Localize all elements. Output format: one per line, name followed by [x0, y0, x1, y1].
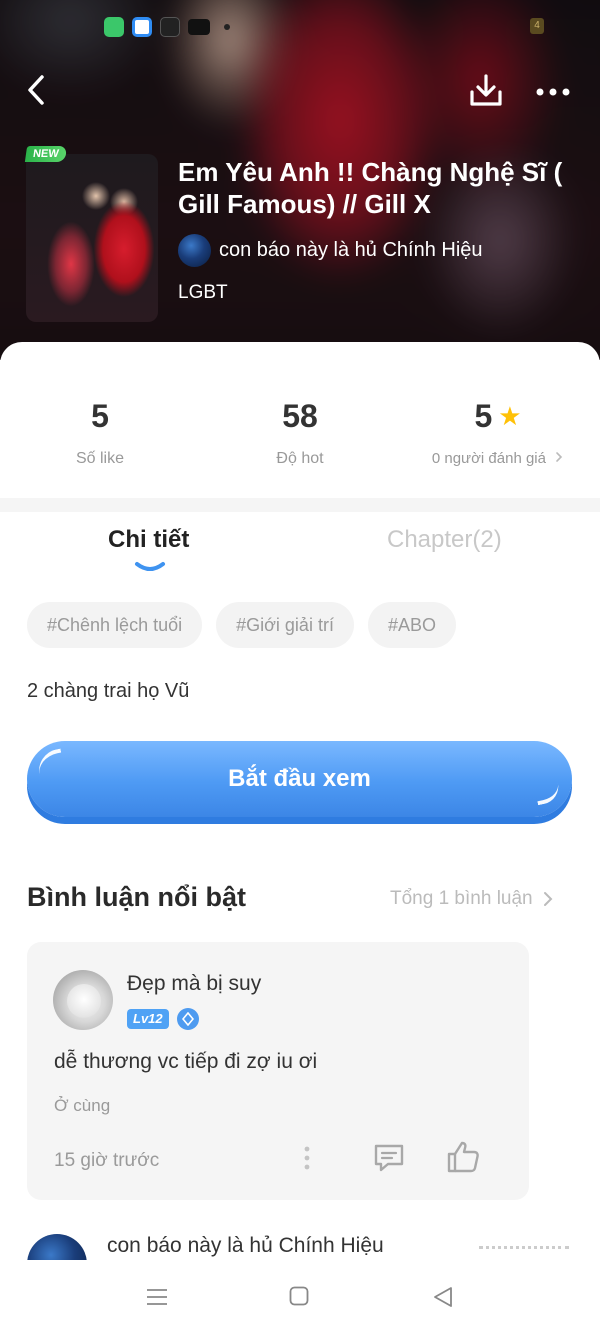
- vertical-dots-icon: [304, 1146, 310, 1170]
- hot-count: 58: [282, 398, 318, 434]
- blue-app-icon: [132, 17, 152, 37]
- commenter-avatar[interactable]: [53, 970, 113, 1030]
- hot-stat: 58 Độ hot: [200, 396, 400, 468]
- start-reading-label: Bắt đầu xem: [228, 765, 371, 792]
- battery-indicator: 4: [530, 18, 544, 34]
- chevron-right-icon: [543, 892, 553, 906]
- bao-moi-icon: [160, 17, 180, 37]
- hot-label: Độ hot: [276, 450, 324, 467]
- thumbs-up-icon: [447, 1141, 479, 1173]
- menu-lines-icon: [147, 1289, 167, 1305]
- tag-list: #Chênh lệch tuổi #Giới giải trí #ABO: [27, 602, 456, 648]
- all-comments-link[interactable]: Tổng 1 bình luận: [390, 888, 553, 910]
- tag-item[interactable]: #Giới giải trí: [216, 602, 354, 648]
- story-cover-image[interactable]: [26, 154, 158, 322]
- genre-label[interactable]: LGBT: [178, 282, 228, 304]
- comment-location: Ở cùng: [54, 1096, 111, 1115]
- next-comment-preview[interactable]: con báo này là hủ Chính Hiệu: [27, 1234, 587, 1262]
- rating-value: 5: [474, 398, 493, 434]
- likes-stat: 5 Số like: [0, 396, 200, 468]
- commenter-badges: Lv12: [127, 1008, 199, 1030]
- featured-comments-title: Bình luận nổi bật: [27, 882, 246, 912]
- medal-icon: [176, 1008, 199, 1030]
- author-link[interactable]: con báo này là hủ Chính Hiệu: [178, 234, 483, 267]
- more-options-button[interactable]: [532, 80, 576, 104]
- comment-reply-button[interactable]: [372, 1142, 406, 1174]
- likes-label: Số like: [75, 450, 125, 467]
- back-button[interactable]: [22, 72, 54, 108]
- square-home-icon: [289, 1286, 309, 1306]
- green-app-icon: [104, 17, 124, 37]
- story-synopsis: 2 chàng trai họ Vũ: [27, 680, 190, 702]
- download-button[interactable]: [466, 72, 506, 110]
- more-dots-icon: [536, 88, 570, 96]
- tag-item[interactable]: #Chênh lệch tuổi: [27, 602, 203, 648]
- story-header: 4 NEW Em Yêu Anh !! Chàng Nghệ Sĩ ( Gill…: [0, 0, 600, 360]
- start-reading-button[interactable]: Bắt đầu xem: [27, 741, 572, 817]
- triangle-back-icon: [434, 1287, 452, 1307]
- stats-row: 5 Số like 58 Độ hot 5 ★ 0 người đánh giá: [0, 396, 600, 486]
- level-badge: Lv12: [127, 1009, 169, 1029]
- tab-chapters[interactable]: Chapter(2): [387, 526, 502, 554]
- chevron-right-icon: [556, 452, 563, 462]
- section-divider: [0, 498, 600, 512]
- likes-count: 5: [91, 398, 109, 434]
- recent-apps-button[interactable]: [146, 1288, 168, 1306]
- comment-like-button[interactable]: [445, 1140, 481, 1174]
- story-detail-sheet: 5 Số like 58 Độ hot 5 ★ 0 người đánh giá…: [0, 342, 600, 1342]
- reply-bubble-icon: [374, 1144, 404, 1172]
- commenter-name: con báo này là hủ Chính Hiệu: [107, 1234, 384, 1257]
- download-icon: [470, 74, 502, 106]
- comment-text: dễ thương vc tiếp đi zợ iu ơi: [54, 1050, 318, 1073]
- rating-count-label: 0 người đánh giá: [431, 450, 546, 467]
- youtube-icon: [188, 19, 210, 35]
- tab-details[interactable]: Chi tiết: [108, 526, 189, 554]
- commenter-name[interactable]: Đẹp mà bị suy: [127, 972, 261, 996]
- back-arrow-icon: [28, 75, 44, 105]
- star-icon: ★: [498, 401, 522, 431]
- comment-timestamp: 15 giờ trước: [54, 1150, 160, 1171]
- home-button[interactable]: [289, 1286, 309, 1306]
- system-back-button[interactable]: [432, 1286, 454, 1308]
- status-bar-app-icons: [104, 14, 230, 40]
- comment-card[interactable]: Đẹp mà bị suy Lv12 dễ thương vc tiếp đi …: [27, 942, 529, 1200]
- system-navigation-bar: [0, 1260, 600, 1333]
- comments-total: Tổng 1 bình luận: [390, 888, 533, 909]
- rating-stat[interactable]: 5 ★ 0 người đánh giá: [398, 396, 598, 467]
- commenter-avatar: [27, 1234, 87, 1262]
- new-badge: NEW: [24, 146, 67, 162]
- author-avatar: [178, 234, 211, 267]
- story-title: Em Yêu Anh !! Chàng Nghệ Sĩ ( Gill Famou…: [178, 157, 563, 219]
- author-name: con báo này là hủ Chính Hiệu: [219, 239, 483, 261]
- comment-more-button[interactable]: [297, 1144, 317, 1172]
- tab-active-indicator: [135, 562, 165, 571]
- notification-dot-icon: [224, 24, 230, 30]
- tag-item[interactable]: #ABO: [367, 602, 456, 648]
